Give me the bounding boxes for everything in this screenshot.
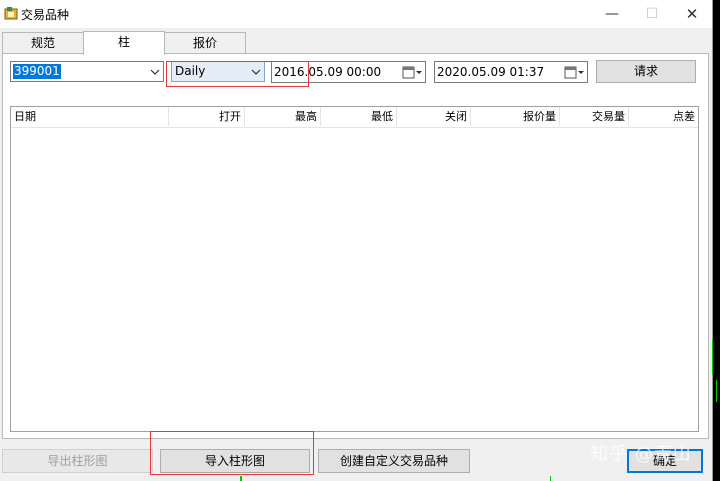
title-bar[interactable]: 交易品种 — ☐ ✕ <box>0 0 712 28</box>
date-to-picker[interactable]: 2020.05.09 01:37 <box>434 61 588 83</box>
date-to-value: 2020.05.09 01:37 <box>437 65 545 79</box>
bars-table[interactable]: 日期 打开 最高 最低 关闭 报价量 交易量 点差 <box>10 106 699 432</box>
background-chart-line <box>712 339 713 375</box>
column-header-date[interactable]: 日期 <box>11 107 169 126</box>
calendar-dropdown-icon[interactable] <box>402 66 422 79</box>
tab-ticks[interactable]: 报价 <box>164 32 246 53</box>
background-chart-line <box>550 476 551 481</box>
tab-bars[interactable]: 柱 <box>83 31 165 55</box>
background-chart-line <box>716 380 717 402</box>
maximize-button[interactable]: ☐ <box>632 2 672 26</box>
column-header-volume[interactable]: 交易量 <box>560 107 629 126</box>
background-chart-line <box>240 476 242 481</box>
symbol-combo[interactable]: 399001 <box>10 61 164 82</box>
symbol-value: 399001 <box>13 64 61 79</box>
column-header-close[interactable]: 关闭 <box>397 107 471 126</box>
window-title: 交易品种 <box>21 8 70 22</box>
watermark-text: 知乎 @青山 <box>590 444 692 465</box>
tab-specification[interactable]: 规范 <box>2 32 84 53</box>
symbols-dialog: 交易品种 — ☐ ✕ 规范 柱 报价 399001 Daily 2016.05.… <box>0 0 713 481</box>
minimize-button[interactable]: — <box>592 2 632 26</box>
export-bars-button[interactable]: 导出柱形图 <box>2 449 153 473</box>
column-header-tick-volume[interactable]: 报价量 <box>471 107 560 126</box>
import-highlight-box <box>150 431 314 475</box>
request-button[interactable]: 请求 <box>596 60 696 83</box>
column-header-low[interactable]: 最低 <box>321 107 397 126</box>
period-highlight-box <box>166 61 309 87</box>
column-header-open[interactable]: 打开 <box>169 107 245 126</box>
close-button[interactable]: ✕ <box>672 2 712 26</box>
table-header: 日期 打开 最高 最低 关闭 报价量 交易量 点差 <box>11 107 698 128</box>
chevron-down-icon <box>150 69 160 75</box>
app-icon <box>4 7 18 20</box>
column-header-spread[interactable]: 点差 <box>629 107 698 126</box>
create-custom-symbol-button[interactable]: 创建自定义交易品种 <box>318 449 470 473</box>
column-header-high[interactable]: 最高 <box>245 107 321 126</box>
calendar-dropdown-icon[interactable] <box>564 66 584 79</box>
